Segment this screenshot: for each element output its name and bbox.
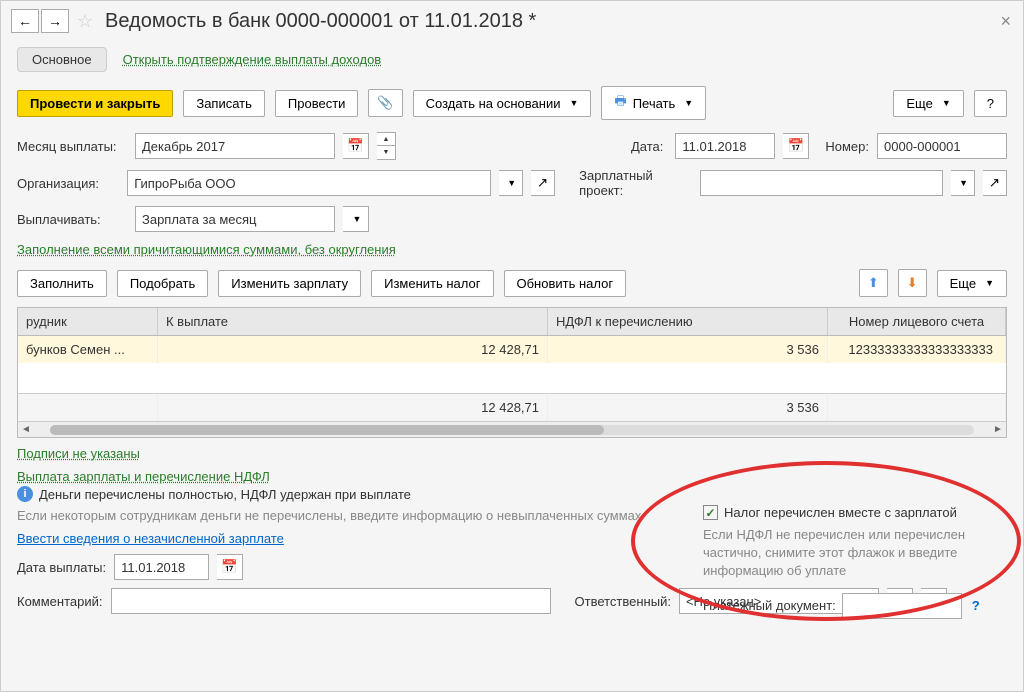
pay-date-label: Дата выплаты: [17,560,106,575]
edit-tax-button[interactable]: Изменить налог [371,270,493,297]
date-calendar-button[interactable]: 📅 [783,133,809,159]
forward-button[interactable]: → [41,9,69,33]
col-to-pay[interactable]: К выплате [158,308,548,335]
cell-account: 12333333333333333333 [828,336,1006,363]
chevron-down-icon: ▼ [684,98,693,108]
signatures-link[interactable]: Подписи не указаны [17,446,140,461]
pay-date-calendar-button[interactable]: 📅 [217,554,243,580]
project-label: Зарплатный проект: [579,168,692,198]
pay-dropdown-button[interactable]: ▼ [343,206,369,232]
chevron-down-icon: ▼ [985,278,994,288]
open-confirmation-link[interactable]: Открыть подтверждение выплаты доходов [123,52,382,67]
help-button[interactable]: ? [974,90,1007,117]
back-button[interactable]: ← [11,9,39,33]
submit-close-button[interactable]: Провести и закрыть [17,90,173,117]
pay-doc-label: Платежный документ: [703,598,836,613]
open-icon: ↗ [989,175,1000,191]
chevron-down-icon: ▼ [569,98,578,108]
payments-table: рудник К выплате НДФЛ к перечислению Ном… [17,307,1007,438]
pay-date-input[interactable]: 11.01.2018 [114,554,209,580]
pay-doc-input[interactable] [842,593,962,619]
comment-label: Комментарий: [17,594,103,609]
calendar-button[interactable]: 📅 [343,133,369,159]
table-row[interactable]: бунков Семен ... 12 428,71 3 536 1233333… [18,336,1006,363]
number-input[interactable]: 0000-000001 [877,133,1007,159]
fill-settings-link[interactable]: Заполнение всеми причитающимися суммами,… [17,242,396,257]
chevron-down-icon: ▼ [942,98,951,108]
month-spinner[interactable]: ▲▼ [377,132,396,160]
chevron-up-icon: ▲ [377,133,395,146]
open-icon: ↗ [537,175,548,191]
printer-icon: 🖶 [614,92,626,114]
chevron-down-icon: ▼ [507,178,516,188]
project-open-button[interactable]: ↗ [983,170,1007,196]
org-open-button[interactable]: ↗ [531,170,555,196]
scroll-right-icon[interactable]: ► [990,424,1006,435]
save-button[interactable]: Записать [183,90,265,117]
cell-to-pay: 12 428,71 [158,336,548,363]
org-label: Организация: [17,176,119,191]
month-label: Месяц выплаты: [17,139,127,154]
info-icon: i [17,486,33,502]
table-more-button[interactable]: Еще▼ [937,270,1007,297]
calendar-icon: 📅 [221,559,238,575]
select-button[interactable]: Подобрать [117,270,208,297]
payment-ndfl-link[interactable]: Выплата зарплаты и перечисление НДФЛ [17,469,270,484]
money-transferred-text: Деньги перечислены полностью, НДФЛ удерж… [39,487,411,502]
arrow-down-icon: ⬇ [907,275,918,290]
col-account[interactable]: Номер лицевого счета [828,308,1006,335]
col-ndfl[interactable]: НДФЛ к перечислению [548,308,828,335]
tab-main[interactable]: Основное [17,47,107,72]
window-title: Ведомость в банк 0000-000001 от 11.01.20… [105,10,536,33]
col-employee[interactable]: рудник [18,308,158,335]
tax-paid-label: Налог перечислен вместе с зарплатой [724,505,957,520]
project-input[interactable] [700,170,943,196]
pay-doc-help[interactable]: ? [972,598,980,613]
paperclip-icon: 📎 [377,95,393,110]
month-input[interactable]: Декабрь 2017 [135,133,335,159]
org-dropdown-button[interactable]: ▼ [499,170,523,196]
chevron-down-icon: ▼ [959,178,968,188]
pay-label: Выплачивать: [17,212,127,227]
favorite-icon[interactable]: ☆ [77,11,97,31]
horizontal-scrollbar[interactable]: ◄ ► [18,421,1006,437]
responsible-label: Ответственный: [575,594,671,609]
move-up-button[interactable]: ⬆ [859,269,888,297]
move-down-button[interactable]: ⬇ [898,269,927,297]
pay-input[interactable]: Зарплата за месяц [135,206,335,232]
cell-employee: бунков Семен ... [18,336,158,363]
calendar-icon: 📅 [788,138,805,154]
update-tax-button[interactable]: Обновить налог [504,270,627,297]
tax-paid-checkbox[interactable]: ✓ [703,505,718,520]
create-based-button[interactable]: Создать на основании▼ [413,90,592,117]
total-ndfl: 3 536 [548,394,828,421]
cell-ndfl: 3 536 [548,336,828,363]
project-dropdown-button[interactable]: ▼ [951,170,975,196]
arrow-up-icon: ⬆ [868,275,879,290]
scroll-left-icon[interactable]: ◄ [18,424,34,435]
post-button[interactable]: Провести [275,90,359,117]
date-input[interactable]: 11.01.2018 [675,133,775,159]
total-to-pay: 12 428,71 [158,394,548,421]
date-label: Дата: [631,139,663,154]
more-button[interactable]: Еще▼ [893,90,963,117]
print-button[interactable]: 🖶Печать▼ [601,86,706,120]
edit-salary-button[interactable]: Изменить зарплату [218,270,361,297]
number-label: Номер: [825,139,869,154]
org-input[interactable]: ГипроРыба ООО [127,170,490,196]
calendar-icon: 📅 [347,138,364,154]
enter-unpaid-link[interactable]: Ввести сведения о незачисленной зарплате [17,531,284,546]
attach-button[interactable]: 📎 [368,89,402,117]
chevron-down-icon: ▼ [353,214,362,224]
close-icon[interactable]: × [1000,11,1011,32]
comment-input[interactable] [111,588,551,614]
chevron-down-icon: ▼ [377,146,395,159]
fill-button[interactable]: Заполнить [17,270,107,297]
